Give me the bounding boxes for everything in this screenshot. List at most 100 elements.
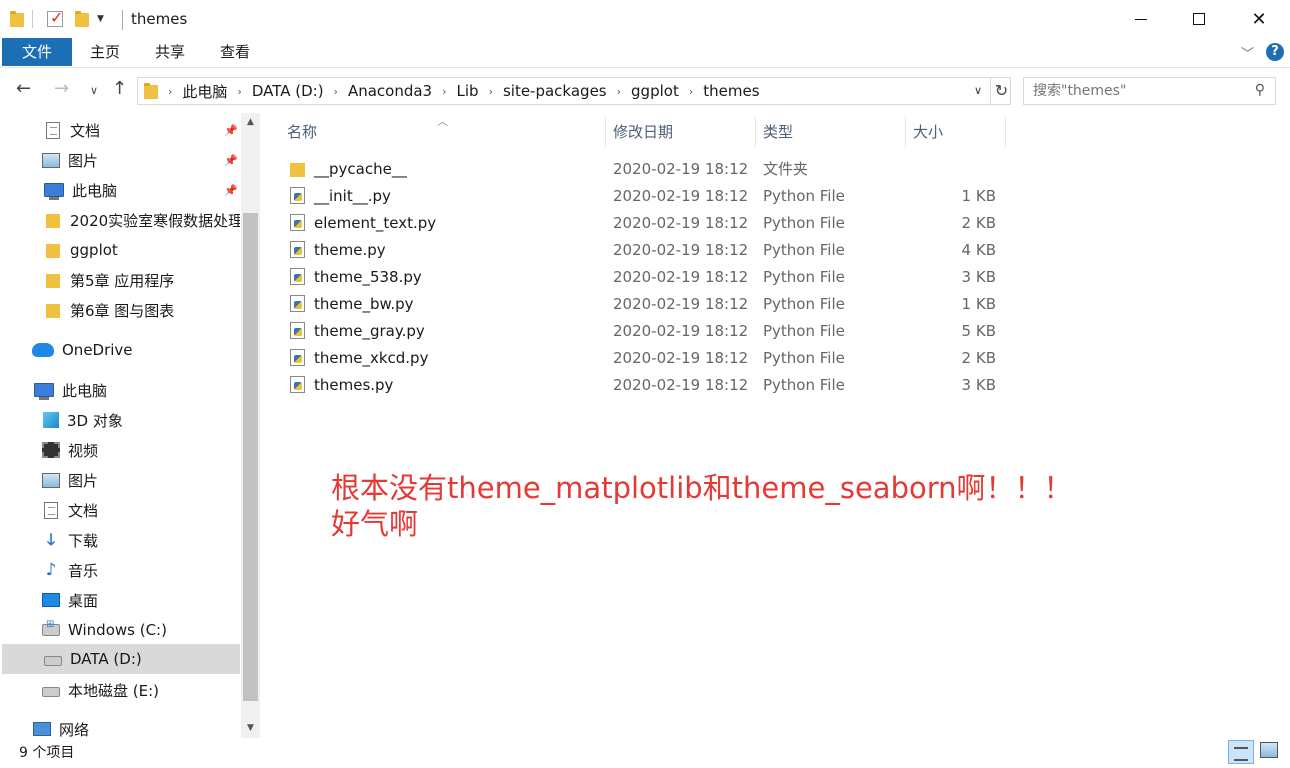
refresh-icon[interactable]: ↻ (990, 78, 1012, 104)
table-row[interactable]: __pycache__ 2020-02-19 18:12 文件夹 (284, 155, 1014, 182)
new-folder-icon[interactable] (75, 11, 89, 27)
sidebar-item-pictures[interactable]: 图片 📌 (0, 145, 240, 175)
pin-icon[interactable]: 📌 (224, 124, 238, 137)
tab-file[interactable]: 文件 (2, 38, 72, 66)
file-type: Python File (763, 186, 845, 205)
file-type: Python File (763, 321, 845, 340)
file-name: theme_xkcd.py (314, 348, 429, 367)
tab-view[interactable]: 查看 (215, 38, 255, 66)
table-row[interactable]: theme_bw.py 2020-02-19 18:12 Python File… (284, 290, 1014, 317)
address-dropdown-icon[interactable]: ∨ (974, 84, 982, 97)
scroll-thumb[interactable] (243, 213, 258, 701)
table-row[interactable]: __init__.py 2020-02-19 18:12 Python File… (284, 182, 1014, 209)
table-row[interactable]: theme_xkcd.py 2020-02-19 18:12 Python Fi… (284, 344, 1014, 371)
chevron-right-icon[interactable]: › (334, 85, 338, 98)
title-bar: ▼ themes ✕ (0, 0, 1290, 38)
sidebar-scrollbar[interactable]: ▲ ▼ (241, 113, 260, 738)
sidebar-item-documents[interactable]: 文档 📌 (0, 115, 240, 145)
annotation-line-1: 根本没有theme_matplotlib和theme_seaborn啊！！！ (331, 471, 1073, 505)
sidebar-item-3d-objects[interactable]: 3D 对象 (0, 405, 240, 435)
chevron-right-icon[interactable]: › (442, 85, 446, 98)
close-icon: ✕ (1251, 8, 1267, 30)
expand-ribbon-icon[interactable]: ﹀ (1241, 43, 1254, 62)
scroll-down-icon[interactable]: ▼ (241, 719, 260, 737)
table-row[interactable]: themes.py 2020-02-19 18:12 Python File 3… (284, 371, 1014, 398)
sidebar-item-this-pc[interactable]: 此电脑 (0, 375, 240, 405)
picture-icon (42, 152, 60, 168)
pin-icon[interactable]: 📌 (224, 184, 238, 197)
table-row[interactable]: theme_gray.py 2020-02-19 18:12 Python Fi… (284, 317, 1014, 344)
breadcrumb-ggplot[interactable]: ggplot (631, 82, 679, 100)
recent-locations-button[interactable]: ∨ (90, 84, 98, 97)
column-header-date[interactable]: 修改日期 (606, 117, 756, 147)
breadcrumb-themes[interactable]: themes (703, 82, 759, 100)
sidebar-item-documents-pc[interactable]: 文档 (0, 495, 240, 525)
file-size: 1 KB (961, 294, 996, 313)
sidebar-item-desktop[interactable]: 桌面 (0, 585, 240, 615)
up-button[interactable]: ↑ (112, 78, 127, 99)
sidebar-item-videos[interactable]: 视频 (0, 435, 240, 465)
sidebar-item-pictures-pc[interactable]: 图片 (0, 465, 240, 495)
folder-icon (46, 272, 60, 288)
file-date: 2020-02-19 18:12 (613, 348, 749, 367)
python-file-icon (290, 295, 305, 312)
customize-toolbar-icon[interactable]: ▼ (97, 14, 104, 24)
column-header-type[interactable]: 类型 (756, 117, 906, 147)
tab-home[interactable]: 主页 (85, 38, 125, 66)
sidebar-item-chapter5[interactable]: 第5章 应用程序 (0, 265, 240, 295)
sidebar-item-music[interactable]: ♪ 音乐 (0, 555, 240, 585)
folder-icon (46, 212, 60, 228)
sidebar-item-ggplot[interactable]: ggplot (0, 235, 240, 265)
breadcrumb-anaconda3[interactable]: Anaconda3 (348, 82, 432, 100)
file-date: 2020-02-19 18:12 (613, 159, 749, 178)
details-view-icon[interactable] (1228, 740, 1254, 764)
file-type: Python File (763, 267, 845, 286)
pin-icon[interactable]: 📌 (224, 154, 238, 167)
file-size: 5 KB (961, 321, 996, 340)
breadcrumb-site-packages[interactable]: site-packages (503, 82, 607, 100)
item-count: 9 个项目 (19, 745, 75, 761)
breadcrumb-lib[interactable]: Lib (457, 82, 479, 100)
folder-icon (46, 242, 60, 258)
table-row[interactable]: element_text.py 2020-02-19 18:12 Python … (284, 209, 1014, 236)
folder-icon (144, 83, 158, 99)
search-box[interactable]: ⚲ (1023, 77, 1276, 105)
back-button[interactable]: ← (16, 78, 31, 99)
sidebar-item-downloads[interactable]: 🡓 下载 (0, 525, 240, 555)
chevron-right-icon[interactable]: › (237, 85, 241, 98)
breadcrumb-this-pc[interactable]: 此电脑 (182, 81, 227, 102)
help-icon[interactable]: ? (1266, 43, 1284, 61)
file-name: theme_gray.py (314, 321, 425, 340)
table-row[interactable]: theme_538.py 2020-02-19 18:12 Python Fil… (284, 263, 1014, 290)
sidebar-item-this-pc-quick[interactable]: 此电脑 📌 (0, 175, 240, 205)
python-file-icon (290, 241, 305, 258)
maximize-button[interactable] (1170, 0, 1228, 38)
address-bar[interactable]: › 此电脑 › DATA (D:) › Anaconda3 › Lib › si… (137, 77, 1011, 105)
chevron-right-icon[interactable]: › (617, 85, 621, 98)
chevron-right-icon[interactable]: › (168, 85, 172, 98)
sidebar-item-chapter6[interactable]: 第6章 图与图表 (0, 295, 240, 325)
sidebar-item-windows-c[interactable]: Windows (C:) (0, 615, 240, 645)
scroll-up-icon[interactable]: ▲ (241, 113, 260, 131)
sidebar-item-local-disk-e[interactable]: 本地磁盘 (E:) (0, 675, 240, 705)
maximize-icon (1193, 13, 1205, 25)
breadcrumb-data-drive[interactable]: DATA (D:) (252, 82, 324, 100)
properties-icon[interactable] (47, 8, 63, 27)
chevron-right-icon[interactable]: › (489, 85, 493, 98)
sidebar-item-2020-lab[interactable]: 2020实验室寒假数据处理 (0, 205, 240, 235)
music-icon: ♪ (45, 560, 57, 580)
column-header-size[interactable]: 大小 (906, 117, 1006, 147)
table-row[interactable]: theme.py 2020-02-19 18:12 Python File 4 … (284, 236, 1014, 263)
large-icons-view-icon[interactable] (1260, 742, 1278, 758)
minimize-button[interactable] (1112, 0, 1170, 38)
forward-button[interactable]: → (54, 78, 69, 99)
sidebar-item-data-d[interactable]: DATA (D:) (2, 644, 240, 674)
chevron-right-icon[interactable]: › (689, 85, 693, 98)
search-input[interactable] (1024, 78, 1239, 104)
close-button[interactable]: ✕ (1230, 0, 1288, 38)
column-header-name[interactable]: 名称 (280, 117, 606, 147)
file-list: ︿ 名称 修改日期 类型 大小 __pycache__ 2020-02-19 1… (262, 113, 1290, 738)
tab-share[interactable]: 共享 (150, 38, 190, 66)
sidebar-item-onedrive[interactable]: OneDrive (0, 335, 240, 365)
file-date: 2020-02-19 18:12 (613, 375, 749, 394)
